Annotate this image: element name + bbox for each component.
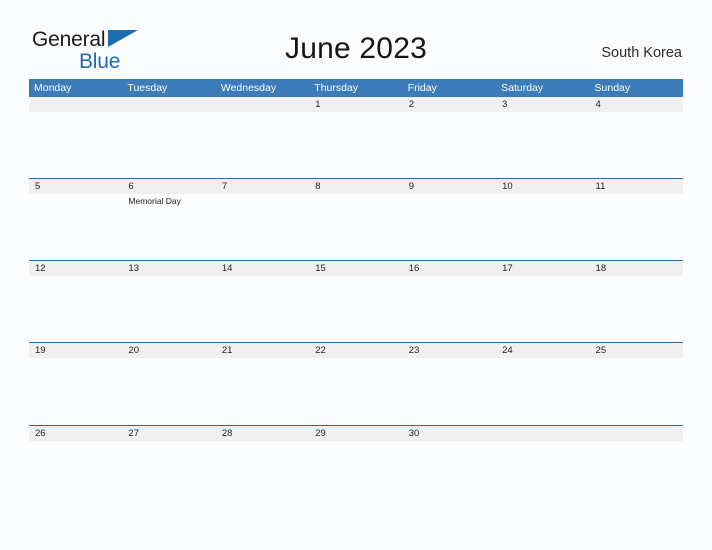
day-number[interactable]: 14 <box>216 261 309 276</box>
week-event-band <box>29 276 683 342</box>
day-events[interactable] <box>216 358 309 425</box>
week-date-band: 5 6 7 8 9 10 11 <box>29 179 683 194</box>
weekday-header-thursday: Thursday <box>314 82 359 94</box>
day-events[interactable] <box>590 358 683 425</box>
week-date-band: 26 27 28 29 30 <box>29 426 683 441</box>
day-events[interactable] <box>590 112 683 178</box>
day-events[interactable] <box>309 112 402 178</box>
day-events[interactable] <box>590 276 683 342</box>
day-events[interactable] <box>29 441 122 521</box>
day-events[interactable] <box>309 276 402 342</box>
day-number[interactable]: 27 <box>122 426 215 441</box>
week-event-band: Memorial Day <box>29 194 683 260</box>
day-number[interactable] <box>216 97 309 112</box>
day-number[interactable]: 11 <box>590 179 683 194</box>
day-number[interactable]: 13 <box>122 261 215 276</box>
day-number[interactable]: 1 <box>309 97 402 112</box>
day-events[interactable] <box>216 441 309 521</box>
day-number[interactable]: 17 <box>496 261 589 276</box>
day-events[interactable] <box>403 112 496 178</box>
day-number[interactable]: 16 <box>403 261 496 276</box>
week-date-band: 12 13 14 15 16 17 18 <box>29 261 683 276</box>
day-events[interactable] <box>496 194 589 260</box>
country-label: South Korea <box>601 45 682 61</box>
day-events[interactable] <box>216 112 309 178</box>
day-events[interactable] <box>29 358 122 425</box>
day-events[interactable] <box>496 358 589 425</box>
page-header: General Blue June 2023 South Korea <box>0 0 712 78</box>
week-row: 12 13 14 15 16 17 18 <box>29 260 683 342</box>
day-number[interactable]: 7 <box>216 179 309 194</box>
day-number[interactable]: 9 <box>403 179 496 194</box>
day-events[interactable] <box>216 194 309 260</box>
day-number[interactable] <box>496 426 589 441</box>
day-events[interactable] <box>309 194 402 260</box>
event-label: Memorial Day <box>128 196 181 206</box>
weekday-header-saturday: Saturday <box>501 82 544 94</box>
weekday-header-tuesday: Tuesday <box>127 82 168 94</box>
day-events[interactable]: Memorial Day <box>122 194 215 260</box>
day-number[interactable]: 6 <box>122 179 215 194</box>
day-events[interactable] <box>122 441 215 521</box>
day-events[interactable] <box>309 441 402 521</box>
day-number[interactable]: 28 <box>216 426 309 441</box>
day-events[interactable] <box>496 276 589 342</box>
day-number[interactable]: 4 <box>590 97 683 112</box>
weekday-header-friday: Friday <box>407 82 437 94</box>
day-number[interactable]: 18 <box>590 261 683 276</box>
day-number[interactable]: 26 <box>29 426 122 441</box>
day-events[interactable] <box>496 441 589 521</box>
day-events[interactable] <box>590 194 683 260</box>
day-number[interactable]: 3 <box>496 97 589 112</box>
day-number[interactable]: 12 <box>29 261 122 276</box>
day-number[interactable]: 19 <box>29 343 122 358</box>
week-event-band <box>29 358 683 425</box>
day-number[interactable]: 25 <box>590 343 683 358</box>
day-number[interactable] <box>122 97 215 112</box>
weekday-header-sunday: Sunday <box>594 82 631 94</box>
day-number[interactable]: 10 <box>496 179 589 194</box>
day-number[interactable]: 21 <box>216 343 309 358</box>
day-events[interactable] <box>496 112 589 178</box>
week-row: 1 2 3 4 <box>29 97 683 178</box>
day-number[interactable]: 15 <box>309 261 402 276</box>
day-events[interactable] <box>122 112 215 178</box>
day-events[interactable] <box>590 441 683 521</box>
day-number[interactable]: 23 <box>403 343 496 358</box>
day-number[interactable]: 5 <box>29 179 122 194</box>
day-events[interactable] <box>403 441 496 521</box>
week-row: 5 6 7 8 9 10 11 Memorial Day <box>29 178 683 260</box>
week-row: 26 27 28 29 30 <box>29 425 683 521</box>
day-events[interactable] <box>29 276 122 342</box>
day-events[interactable] <box>29 194 122 260</box>
week-event-band <box>29 112 683 178</box>
day-number[interactable] <box>29 97 122 112</box>
day-events[interactable] <box>403 194 496 260</box>
day-number[interactable]: 30 <box>403 426 496 441</box>
day-events[interactable] <box>122 276 215 342</box>
week-row: 19 20 21 22 23 24 25 <box>29 342 683 425</box>
day-events[interactable] <box>122 358 215 425</box>
week-date-band: 19 20 21 22 23 24 25 <box>29 343 683 358</box>
day-events[interactable] <box>403 358 496 425</box>
day-events[interactable] <box>29 112 122 178</box>
day-number[interactable] <box>590 426 683 441</box>
day-events[interactable] <box>309 358 402 425</box>
day-number[interactable]: 8 <box>309 179 402 194</box>
day-number[interactable]: 22 <box>309 343 402 358</box>
calendar-grid: Monday Tuesday Wednesday Thursday Friday… <box>29 79 683 521</box>
calendar-page: General Blue June 2023 South Korea Monda… <box>0 0 712 550</box>
day-number[interactable]: 2 <box>403 97 496 112</box>
day-number[interactable]: 24 <box>496 343 589 358</box>
week-event-band <box>29 441 683 521</box>
weekday-header-row: Monday Tuesday Wednesday Thursday Friday… <box>29 79 683 97</box>
weekday-header-wednesday: Wednesday <box>220 82 277 94</box>
day-number[interactable]: 29 <box>309 426 402 441</box>
day-events[interactable] <box>403 276 496 342</box>
day-number[interactable]: 20 <box>122 343 215 358</box>
week-date-band: 1 2 3 4 <box>29 97 683 112</box>
day-events[interactable] <box>216 276 309 342</box>
weekday-header-monday: Monday <box>34 82 72 94</box>
